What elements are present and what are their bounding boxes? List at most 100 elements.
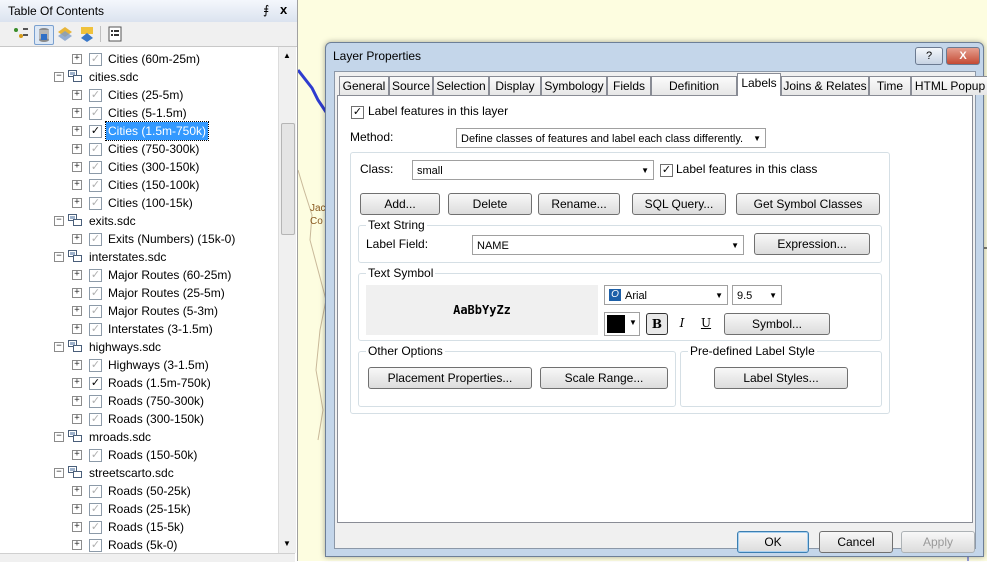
layer-visibility-checkbox[interactable]: ✓: [89, 233, 102, 246]
expand-icon[interactable]: +: [72, 180, 82, 190]
toc-group-row[interactable]: − highways.sdc: [0, 338, 278, 356]
toc-layer-row[interactable]: + ✓ Cities (5-1.5m): [0, 104, 278, 122]
toc-layer-label[interactable]: Roads (300-150k): [108, 410, 204, 428]
tab-selection[interactable]: Selection: [433, 76, 489, 95]
expand-icon[interactable]: +: [72, 108, 82, 118]
expand-icon[interactable]: +: [72, 234, 82, 244]
color-picker[interactable]: ▼: [604, 312, 640, 336]
label-field-dropdown[interactable]: NAME ▼: [472, 235, 744, 255]
expand-icon[interactable]: +: [72, 198, 82, 208]
toc-group-row[interactable]: − exits.sdc: [0, 212, 278, 230]
apply-button[interactable]: Apply: [901, 531, 975, 553]
scroll-down-arrow-icon[interactable]: ▼: [283, 539, 291, 548]
toc-layer-row[interactable]: + ✓ Roads (300-150k): [0, 410, 278, 428]
toc-layer-label[interactable]: Cities (100-15k): [108, 194, 193, 212]
expand-icon[interactable]: +: [72, 126, 82, 136]
toc-layer-row[interactable]: + ✓ Roads (1.5m-750k): [0, 374, 278, 392]
layer-visibility-checkbox[interactable]: ✓: [89, 269, 102, 282]
toc-group-label[interactable]: streetscarto.sdc: [89, 464, 174, 482]
toc-layer-label[interactable]: Cities (5-1.5m): [108, 104, 187, 122]
label-styles-button[interactable]: Label Styles...: [714, 367, 848, 389]
expand-icon[interactable]: +: [72, 270, 82, 280]
expand-icon[interactable]: +: [72, 162, 82, 172]
toc-layer-label[interactable]: Cities (25-5m): [108, 86, 183, 104]
expand-icon[interactable]: +: [72, 288, 82, 298]
toc-layer-row[interactable]: + ✓ Roads (50-25k): [0, 482, 278, 500]
scale-range-button[interactable]: Scale Range...: [540, 367, 668, 389]
layer-visibility-checkbox[interactable]: ✓: [89, 179, 102, 192]
layer-visibility-checkbox[interactable]: ✓: [89, 323, 102, 336]
toc-layer-row[interactable]: + ✓ Highways (3-1.5m): [0, 356, 278, 374]
italic-button[interactable]: I: [672, 313, 692, 333]
expand-icon[interactable]: +: [72, 486, 82, 496]
tab-html-popup[interactable]: HTML Popup: [911, 76, 987, 95]
layer-visibility-checkbox[interactable]: ✓: [89, 503, 102, 516]
collapse-icon[interactable]: −: [54, 342, 64, 352]
toc-layer-row[interactable]: + ✓ Cities (25-5m): [0, 86, 278, 104]
expand-icon[interactable]: +: [72, 504, 82, 514]
toc-layer-row[interactable]: + ✓ Interstates (3-1.5m): [0, 320, 278, 338]
toc-group-label[interactable]: mroads.sdc: [89, 428, 151, 446]
toc-layer-label[interactable]: Roads (150-50k): [108, 446, 197, 464]
toc-layer-row[interactable]: + ✓ Cities (60m-25m): [0, 50, 278, 68]
expand-icon[interactable]: +: [72, 54, 82, 64]
list-by-drawing-order-icon[interactable]: [12, 25, 30, 43]
add-button[interactable]: Add...: [360, 193, 440, 215]
collapse-icon[interactable]: −: [54, 72, 64, 82]
expand-icon[interactable]: +: [72, 396, 82, 406]
toc-group-label[interactable]: exits.sdc: [89, 212, 136, 230]
expand-icon[interactable]: +: [72, 324, 82, 334]
layer-visibility-checkbox[interactable]: ✓: [89, 107, 102, 120]
toc-layer-label[interactable]: Roads (750-300k): [108, 392, 204, 410]
collapse-icon[interactable]: −: [54, 468, 64, 478]
tab-symbology[interactable]: Symbology: [541, 76, 607, 95]
toc-layer-row[interactable]: + ✓ Roads (25-15k): [0, 500, 278, 518]
layer-visibility-checkbox[interactable]: ✓: [89, 161, 102, 174]
toc-layer-label[interactable]: Interstates (3-1.5m): [108, 320, 213, 338]
toc-layer-row[interactable]: + ✓ Cities (100-15k): [0, 194, 278, 212]
options-icon[interactable]: [106, 25, 124, 43]
class-dropdown[interactable]: small ▼: [412, 160, 654, 180]
toc-layer-row[interactable]: + ✓ Cities (150-100k): [0, 176, 278, 194]
symbol-button[interactable]: Symbol...: [724, 313, 830, 335]
toc-group-label[interactable]: interstates.sdc: [89, 248, 166, 266]
method-dropdown[interactable]: Define classes of features and label eac…: [456, 128, 766, 148]
toc-layer-label[interactable]: Cities (750-300k): [108, 140, 199, 158]
label-features-layer-checkbox[interactable]: ✓: [351, 106, 364, 119]
get-symbol-classes-button[interactable]: Get Symbol Classes: [736, 193, 880, 215]
layer-visibility-checkbox[interactable]: ✓: [89, 413, 102, 426]
toc-layer-row[interactable]: + ✓ Cities (1.5m-750k): [0, 121, 278, 141]
expand-icon[interactable]: +: [72, 414, 82, 424]
toc-group-label[interactable]: cities.sdc: [89, 68, 138, 86]
toc-group-row[interactable]: − cities.sdc: [0, 68, 278, 86]
list-by-source-icon[interactable]: [34, 25, 54, 45]
collapse-icon[interactable]: −: [54, 252, 64, 262]
toc-layer-label[interactable]: Major Routes (25-5m): [108, 284, 225, 302]
toc-group-row[interactable]: − interstates.sdc: [0, 248, 278, 266]
layer-visibility-checkbox[interactable]: ✓: [89, 143, 102, 156]
toc-layer-label[interactable]: Major Routes (5-3m): [108, 302, 218, 320]
label-features-class-checkbox[interactable]: ✓: [660, 164, 673, 177]
collapse-icon[interactable]: −: [54, 432, 64, 442]
toc-layer-label[interactable]: Roads (50-25k): [108, 482, 191, 500]
expand-icon[interactable]: +: [72, 306, 82, 316]
toc-layer-row[interactable]: + ✓ Exits (Numbers) (15k-0): [0, 230, 278, 248]
toc-layer-row[interactable]: + ✓ Roads (15-5k): [0, 518, 278, 536]
toc-layer-label[interactable]: Roads (15-5k): [108, 518, 184, 536]
expand-icon[interactable]: +: [72, 378, 82, 388]
bold-button[interactable]: B: [646, 313, 668, 335]
toc-layer-row[interactable]: + ✓ Roads (750-300k): [0, 392, 278, 410]
toc-group-label[interactable]: highways.sdc: [89, 338, 161, 356]
layer-visibility-checkbox[interactable]: ✓: [89, 485, 102, 498]
ok-button[interactable]: OK: [737, 531, 809, 553]
expand-icon[interactable]: +: [72, 144, 82, 154]
layer-visibility-checkbox[interactable]: ✓: [89, 449, 102, 462]
tab-source[interactable]: Source: [389, 76, 433, 95]
toc-layer-row[interactable]: + ✓ Roads (150-50k): [0, 446, 278, 464]
toc-layer-label[interactable]: Roads (5k-0): [108, 536, 177, 553]
toc-layer-label[interactable]: Highways (3-1.5m): [108, 356, 209, 374]
layer-visibility-checkbox[interactable]: ✓: [89, 287, 102, 300]
toc-layer-row[interactable]: + ✓ Major Routes (60-25m): [0, 266, 278, 284]
layer-visibility-checkbox[interactable]: ✓: [89, 197, 102, 210]
toc-group-row[interactable]: − streetscarto.sdc: [0, 464, 278, 482]
